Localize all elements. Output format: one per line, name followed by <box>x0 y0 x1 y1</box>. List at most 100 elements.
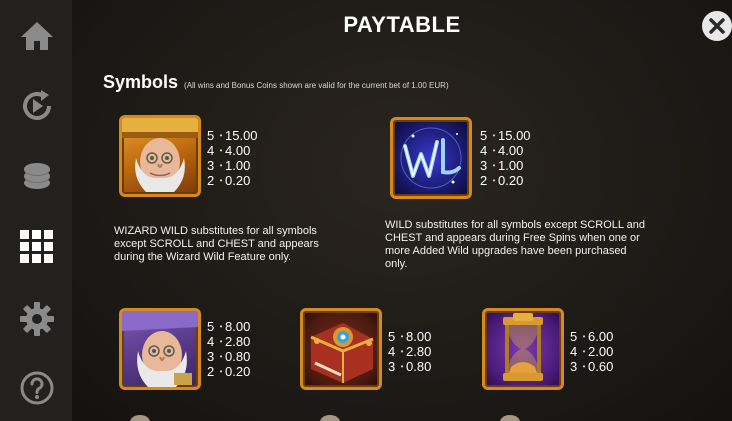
pay-count: 2 <box>207 173 215 188</box>
symbols-heading: Symbols (All wins and Bonus Coins shown … <box>103 72 449 93</box>
pay-row: 3 • 1.00 <box>480 158 531 173</box>
pay-count: 3 <box>207 349 215 364</box>
wild-description: WILD substitutes for all symbols except … <box>385 219 646 270</box>
pay-row: 3 • 0.80 <box>207 349 250 364</box>
wild-symbol <box>390 117 472 199</box>
pay-row: 4 • 2.00 <box>570 344 613 359</box>
pay-count: 2 <box>207 364 215 379</box>
wizard-wild-description: WIZARD WILD substitutes for all symbols … <box>114 225 319 263</box>
pay-value: 2.80 <box>225 334 251 349</box>
pay-row: 3 • 0.60 <box>570 359 613 374</box>
bullet: • <box>492 146 496 155</box>
autoplay-icon[interactable] <box>18 87 56 125</box>
bullet: • <box>219 131 223 140</box>
pay-count: 5 <box>207 128 215 143</box>
bullet: • <box>582 362 586 371</box>
pay-row: 4 • 2.80 <box>388 344 431 359</box>
pay-value: 1.00 <box>498 158 524 173</box>
pay-row: 3 • 1.00 <box>207 158 258 173</box>
pay-value: 4.00 <box>225 143 251 158</box>
pay-count: 3 <box>388 359 396 374</box>
pay-count: 5 <box>388 329 396 344</box>
bullet: • <box>400 347 404 356</box>
pay-value: 0.20 <box>498 173 524 188</box>
pay-count: 4 <box>388 344 396 359</box>
spellbook-symbol <box>300 308 382 390</box>
pay-count: 3 <box>570 359 578 374</box>
bullet: • <box>219 367 223 376</box>
gear-icon[interactable] <box>18 300 56 338</box>
spellbook-pays: 5 • 8.00 4 • 2.80 3 • 0.80 <box>388 329 431 374</box>
coins-icon[interactable] <box>18 157 56 195</box>
pay-row: 5 • 15.00 <box>207 128 258 143</box>
pay-value: 4.00 <box>498 143 524 158</box>
next-symbol-peek <box>500 415 520 421</box>
wizard-wild-symbol <box>119 115 201 197</box>
paytable-grid-icon[interactable] <box>18 228 56 266</box>
bullet: • <box>492 161 496 170</box>
pay-row: 5 • 15.00 <box>480 128 531 143</box>
hourglass-symbol <box>482 308 564 390</box>
close-icon <box>709 18 725 34</box>
pay-value: 0.20 <box>225 173 251 188</box>
wizard-pays: 5 • 8.00 4 • 2.80 3 • 0.80 2 • 0.20 <box>207 319 250 379</box>
pay-row: 2 • 0.20 <box>207 364 250 379</box>
pay-row: 5 • 8.00 <box>388 329 431 344</box>
pay-value: 8.00 <box>406 329 432 344</box>
pay-count: 5 <box>480 128 488 143</box>
hourglass-pays: 5 • 6.00 4 • 2.00 3 • 0.60 <box>570 329 613 374</box>
pay-row: 2 • 0.20 <box>480 173 531 188</box>
pay-value: 1.00 <box>225 158 251 173</box>
pay-count: 4 <box>207 143 215 158</box>
pay-row: 3 • 0.80 <box>388 359 431 374</box>
pay-count: 3 <box>207 158 215 173</box>
pay-value: 15.00 <box>225 128 258 143</box>
bullet: • <box>582 332 586 341</box>
home-icon[interactable] <box>18 17 56 55</box>
bullet: • <box>219 161 223 170</box>
pay-value: 2.00 <box>588 344 614 359</box>
pay-value: 0.80 <box>406 359 432 374</box>
close-button[interactable] <box>702 11 732 41</box>
bullet: • <box>219 337 223 346</box>
pay-value: 15.00 <box>498 128 531 143</box>
pay-count: 3 <box>480 158 488 173</box>
pay-count: 5 <box>570 329 578 344</box>
pay-count: 5 <box>207 319 215 334</box>
bullet: • <box>582 347 586 356</box>
bullet: • <box>492 176 496 185</box>
next-symbol-peek <box>320 415 340 421</box>
pay-row: 4 • 4.00 <box>207 143 258 158</box>
bullet: • <box>219 146 223 155</box>
pay-count: 4 <box>480 143 488 158</box>
bet-note: (All wins and Bonus Coins shown are vali… <box>184 81 449 90</box>
pay-count: 2 <box>480 173 488 188</box>
pay-value: 0.60 <box>588 359 614 374</box>
pay-value: 6.00 <box>588 329 614 344</box>
pay-value: 8.00 <box>225 319 251 334</box>
pay-value: 0.20 <box>225 364 251 379</box>
pay-row: 5 • 6.00 <box>570 329 613 344</box>
page-title: PAYTABLE <box>343 12 461 37</box>
bullet: • <box>219 322 223 331</box>
bullet: • <box>400 362 404 371</box>
pay-row: 2 • 0.20 <box>207 173 258 188</box>
bullet: • <box>400 332 404 341</box>
bullet: • <box>219 352 223 361</box>
pay-row: 4 • 4.00 <box>480 143 531 158</box>
wizard-symbol <box>119 308 201 390</box>
help-icon[interactable] <box>18 369 56 407</box>
next-symbol-peek <box>130 415 150 421</box>
sidebar <box>0 0 72 421</box>
bullet: • <box>492 131 496 140</box>
paytable-panel: PAYTABLE Symbols (All wins and Bonus Coi… <box>72 0 732 421</box>
wizard-wild-pays: 5 • 15.00 4 • 4.00 3 • 1.00 2 • 0.20 <box>207 128 258 188</box>
bullet: • <box>219 176 223 185</box>
section-title: Symbols <box>103 72 179 92</box>
wild-pays: 5 • 15.00 4 • 4.00 3 • 1.00 2 • 0.20 <box>480 128 531 188</box>
pay-value: 0.80 <box>225 349 251 364</box>
pay-row: 5 • 8.00 <box>207 319 250 334</box>
pay-count: 4 <box>207 334 215 349</box>
pay-row: 4 • 2.80 <box>207 334 250 349</box>
pay-count: 4 <box>570 344 578 359</box>
